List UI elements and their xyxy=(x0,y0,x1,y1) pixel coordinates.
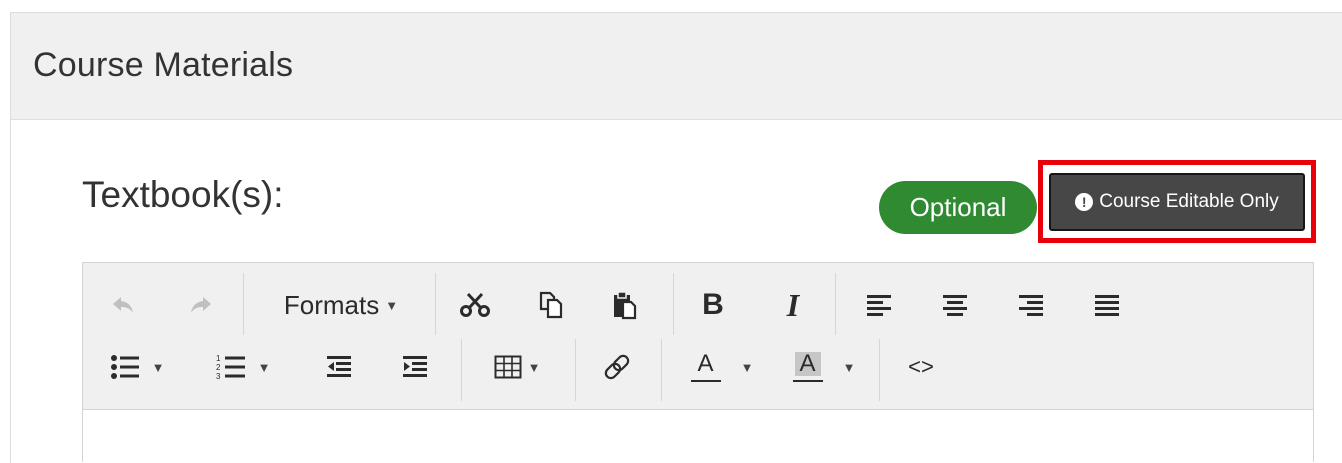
bullet-list-button[interactable]: ▼ xyxy=(107,343,167,391)
caret-down-icon: ▼ xyxy=(527,359,541,375)
table-icon xyxy=(494,355,522,379)
undo-icon[interactable] xyxy=(103,281,143,329)
editor-content-area[interactable] xyxy=(83,410,1313,462)
source-code-button[interactable]: <> xyxy=(897,343,945,391)
align-justify-icon[interactable] xyxy=(1087,281,1127,329)
svg-text:3: 3 xyxy=(216,372,221,381)
text-color-letter: A xyxy=(697,350,714,377)
toolbar-separator xyxy=(835,273,836,335)
caret-down-icon: ▼ xyxy=(842,359,856,375)
outdent-icon[interactable] xyxy=(319,343,359,391)
toolbar-separator xyxy=(243,273,244,335)
toolbar-separator xyxy=(575,339,576,401)
exclamation-circle-icon: ! xyxy=(1075,193,1094,211)
toolbar-separator xyxy=(661,339,662,401)
course-editable-only-button[interactable]: ! Course Editable Only xyxy=(1049,173,1305,231)
bullet-list-icon xyxy=(110,355,139,379)
copy-icon[interactable] xyxy=(531,281,571,329)
caret-down-icon: ▼ xyxy=(151,359,165,375)
svg-text:2: 2 xyxy=(216,363,221,372)
numbered-list-button[interactable]: 123 ▼ xyxy=(213,343,273,391)
toolbar-separator xyxy=(461,339,462,401)
textbooks-label: Textbook(s): xyxy=(82,174,284,215)
caret-down-icon: ▼ xyxy=(257,359,271,375)
align-center-icon[interactable] xyxy=(935,281,975,329)
toolbar-separator xyxy=(879,339,880,401)
toolbar-separator xyxy=(673,273,674,335)
table-button[interactable]: ▼ xyxy=(481,343,553,391)
editor-toolbar: Formats ▼ B I ▼ 1 2 3 ▼ ▼ A ▼ A ▼ <> xyxy=(83,263,1313,410)
text-color-button[interactable]: A ▼ xyxy=(681,343,763,391)
cut-icon[interactable] xyxy=(455,281,495,329)
paste-icon[interactable] xyxy=(605,281,645,329)
toolbar-separator xyxy=(435,273,436,335)
optional-badge: Optional xyxy=(879,181,1037,234)
align-right-icon[interactable] xyxy=(1011,281,1051,329)
redo-icon[interactable] xyxy=(181,281,221,329)
link-icon[interactable] xyxy=(597,343,637,391)
background-color-button[interactable]: A ▼ xyxy=(783,343,865,391)
numbered-list-icon: 123 xyxy=(216,354,245,381)
formats-label: Formats xyxy=(283,289,380,320)
text-color-icon: A xyxy=(690,350,721,382)
panel-header: Course Materials xyxy=(11,13,1342,120)
italic-icon[interactable]: I xyxy=(773,281,813,329)
formats-dropdown[interactable]: Formats ▼ xyxy=(267,281,415,329)
caret-down-icon: ▼ xyxy=(740,359,754,375)
panel-title: Course Materials xyxy=(33,46,294,84)
background-color-icon: A xyxy=(792,352,823,382)
course-editable-only-label: Course Editable Only xyxy=(1099,191,1279,212)
bg-color-letter: A xyxy=(794,352,821,376)
caret-down-icon: ▼ xyxy=(385,297,399,313)
bold-icon[interactable]: B xyxy=(693,281,733,329)
indent-icon[interactable] xyxy=(395,343,435,391)
svg-text:1: 1 xyxy=(216,354,221,363)
align-left-icon[interactable] xyxy=(859,281,899,329)
rich-text-editor: Formats ▼ B I ▼ 1 2 3 ▼ ▼ A ▼ A ▼ <> xyxy=(82,262,1314,462)
